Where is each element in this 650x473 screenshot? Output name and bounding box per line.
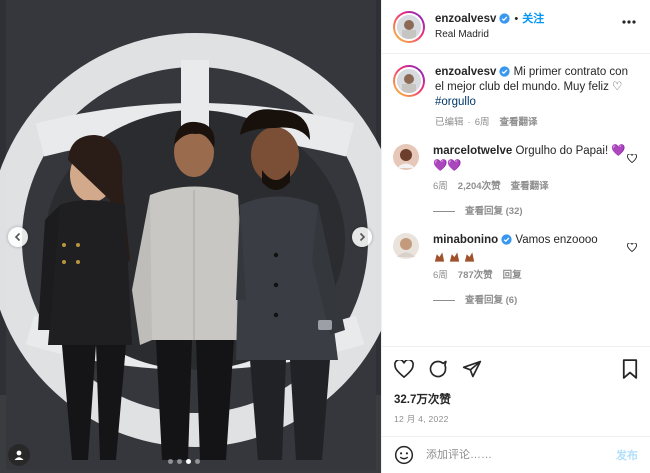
next-photo-button[interactable] [352, 227, 372, 247]
carousel-dot [195, 459, 200, 464]
comment-icon[interactable] [428, 359, 448, 379]
comment-input[interactable] [426, 449, 616, 461]
comment-composer: 发布 [382, 436, 650, 473]
previous-photo-button[interactable] [8, 227, 28, 247]
view-replies-button[interactable]: 查看回复 (32) [433, 204, 633, 219]
clapping-hands-icon [464, 252, 475, 262]
chevron-right-icon [359, 232, 366, 242]
caption: enzoalvesv Mi primer contrato con el mej… [393, 65, 639, 130]
post-sidebar: enzoalvesv • 关注 Real Madrid enzoalvesv Mi … [381, 0, 650, 473]
bookmark-icon[interactable] [622, 359, 638, 379]
comment-item: minabonino Vamos enzoooo 6周 787次赞 回复 查看回… [393, 233, 639, 308]
commenter-username[interactable]: minabonino [433, 234, 498, 246]
carousel-indicator [168, 459, 200, 464]
carousel-dot [168, 459, 173, 464]
caption-age: 6周 [474, 117, 490, 128]
verified-badge-icon [499, 66, 511, 77]
share-icon[interactable] [462, 359, 482, 379]
follow-button[interactable]: 关注 [522, 13, 544, 25]
carousel-dot [177, 459, 182, 464]
post-comment-button[interactable]: 发布 [616, 447, 638, 463]
tag-user-icon [14, 450, 24, 460]
like-count[interactable]: 32.7万次赞 [394, 391, 638, 407]
heart-icon[interactable] [627, 154, 637, 163]
commenter-avatar[interactable] [393, 233, 419, 259]
comments-list: enzoalvesv Mi primer contrato con el mej… [382, 55, 650, 345]
comment-item: marcelotwelve Orgulho do Papai! 💜💜💜 6周 2… [393, 144, 639, 219]
author-avatar[interactable] [393, 10, 425, 43]
view-replies-button[interactable]: 查看回复 (6) [433, 293, 633, 308]
author-username[interactable]: enzoalvesv [435, 13, 496, 25]
comment-text: Vamos enzoooo [515, 234, 598, 246]
post-modal: enzoalvesv • 关注 Real Madrid enzoalvesv Mi … [0, 0, 650, 473]
comment-likes[interactable]: 787次赞 [458, 268, 493, 283]
hashtag-link[interactable]: #orgullo [435, 96, 476, 108]
author-avatar[interactable] [393, 65, 425, 97]
comment-likes[interactable]: 2,204次赞 [458, 179, 501, 194]
clap-emojis [433, 251, 633, 263]
commenter-username[interactable]: marcelotwelve [433, 145, 512, 157]
photo-scene [0, 0, 381, 473]
chevron-left-icon [14, 232, 21, 242]
verified-badge-icon [501, 234, 512, 245]
post-actions: 32.7万次赞 12 月 4, 2022 [382, 346, 650, 425]
tagged-users-button[interactable] [8, 444, 30, 466]
more-options-icon[interactable] [622, 20, 636, 24]
translate-link[interactable]: 查看翻译 [499, 115, 537, 130]
verified-badge-icon [499, 12, 511, 24]
emoji-icon[interactable] [394, 445, 414, 465]
heart-icon[interactable] [627, 243, 637, 252]
reply-button[interactable]: 回复 [503, 268, 522, 283]
post-header: enzoalvesv • 关注 Real Madrid [382, 0, 650, 54]
caption-username[interactable]: enzoalvesv [435, 66, 496, 78]
translate-link[interactable]: 查看翻译 [511, 179, 549, 194]
clapping-hands-icon [434, 252, 445, 262]
location-link[interactable]: Real Madrid [435, 27, 544, 42]
clapping-hands-icon [449, 252, 460, 262]
carousel-dot-active [186, 459, 191, 464]
edited-label: 已编辑 [435, 117, 464, 128]
commenter-avatar[interactable] [393, 144, 419, 170]
post-date: 12 月 4, 2022 [394, 414, 449, 424]
post-photo [0, 0, 381, 473]
like-heart-icon[interactable] [394, 360, 414, 378]
